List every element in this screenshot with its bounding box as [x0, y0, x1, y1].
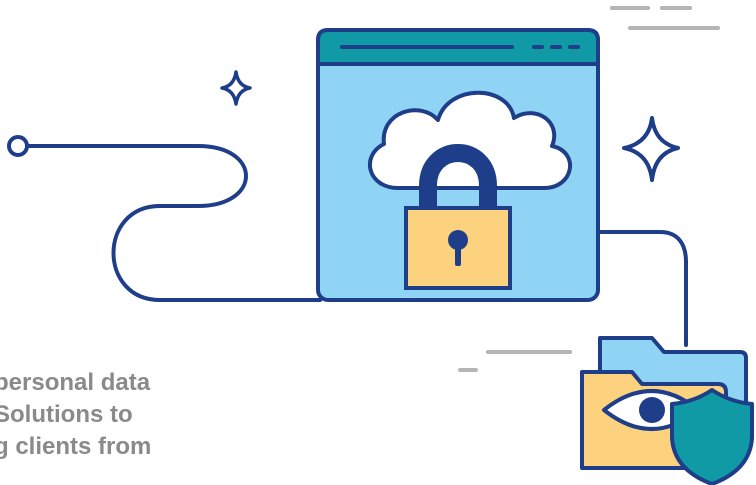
cable-line	[7, 135, 322, 302]
caption-line-3: g clients from	[0, 433, 152, 460]
caption-line-2: Solutions to	[0, 401, 133, 428]
caption-line-1: personal data	[0, 369, 151, 396]
illustration-stage: personal data Solutions to g clients fro…	[0, 0, 756, 485]
caption-text: personal data Solutions to g clients fro…	[0, 367, 294, 463]
sparkle-icon	[220, 70, 252, 106]
sparkle-icon	[622, 116, 680, 182]
folder-cable	[596, 230, 688, 347]
